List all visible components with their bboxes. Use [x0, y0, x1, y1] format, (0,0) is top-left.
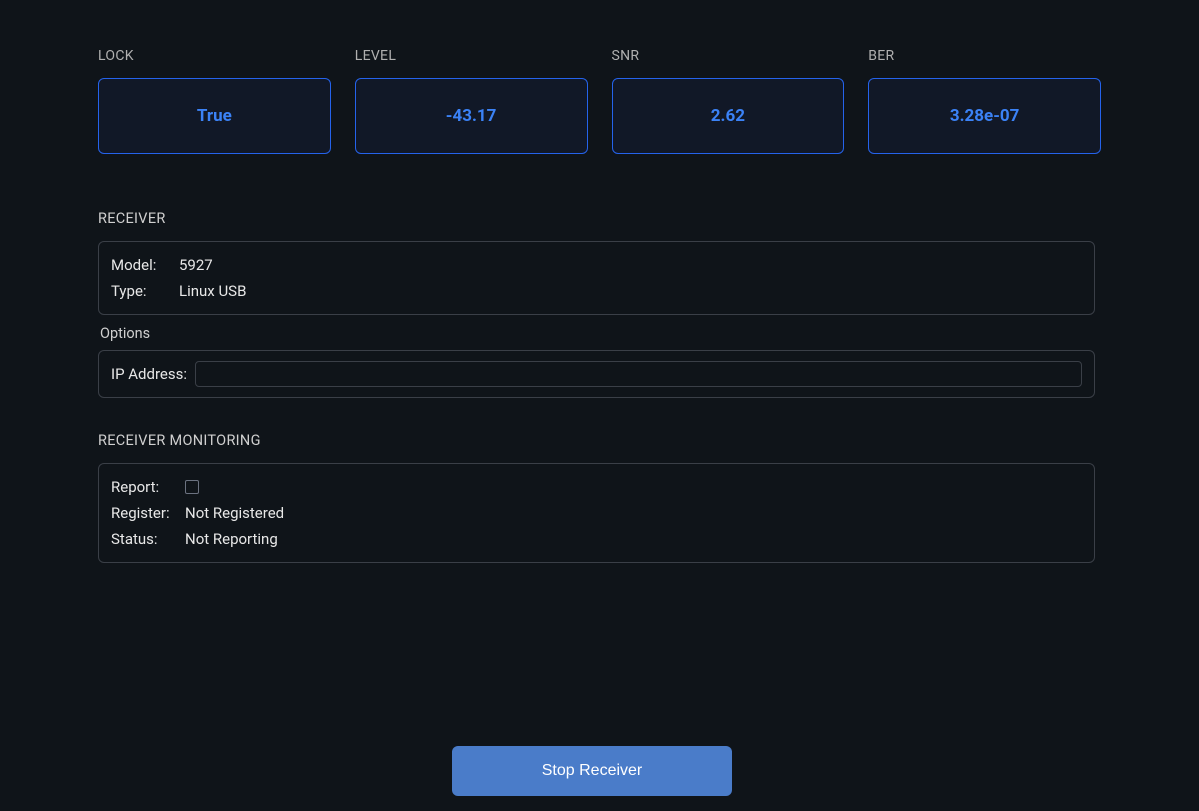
stat-snr-label: SNR — [612, 48, 845, 64]
receiver-model-value: 5927 — [179, 256, 213, 274]
receiver-type-row: Type: Linux USB — [111, 282, 1082, 300]
stat-ber-label: BER — [868, 48, 1101, 64]
monitoring-register-value: Not Registered — [185, 504, 284, 522]
stat-snr: SNR 2.62 — [612, 48, 845, 154]
stat-lock-box: True — [98, 78, 331, 154]
monitoring-report-row: Report: — [111, 478, 1082, 496]
monitoring-register-label: Register: — [111, 504, 173, 522]
receiver-type-value: Linux USB — [179, 282, 246, 300]
stat-ber-box: 3.28e-07 — [868, 78, 1101, 154]
receiver-type-label: Type: — [111, 282, 167, 300]
ip-address-label: IP Address: — [111, 365, 187, 383]
receiver-options-panel: IP Address: — [98, 350, 1095, 398]
receiver-model-label: Model: — [111, 256, 167, 274]
monitoring-panel: Report: Register: Not Registered Status:… — [98, 463, 1095, 563]
stat-lock-value: True — [197, 106, 232, 126]
stat-level: LEVEL -43.17 — [355, 48, 588, 154]
stats-row: LOCK True LEVEL -43.17 SNR 2.62 BER 3.28… — [98, 48, 1101, 154]
receiver-section-label: RECEIVER — [98, 210, 1101, 227]
stat-lock: LOCK True — [98, 48, 331, 154]
monitoring-section-label: RECEIVER MONITORING — [98, 432, 1101, 449]
monitoring-status-row: Status: Not Reporting — [111, 530, 1082, 548]
report-checkbox[interactable] — [185, 480, 199, 494]
ip-address-input[interactable] — [195, 361, 1082, 387]
stat-level-label: LEVEL — [355, 48, 588, 64]
stop-receiver-button[interactable]: Stop Receiver — [452, 746, 732, 796]
monitoring-report-label: Report: — [111, 478, 173, 496]
stat-ber-value: 3.28e-07 — [950, 106, 1020, 126]
stat-ber: BER 3.28e-07 — [868, 48, 1101, 154]
stat-snr-box: 2.62 — [612, 78, 845, 154]
stat-lock-label: LOCK — [98, 48, 331, 64]
monitoring-register-row: Register: Not Registered — [111, 504, 1082, 522]
receiver-options-label: Options — [100, 325, 1101, 342]
receiver-model-row: Model: 5927 — [111, 256, 1082, 274]
stat-level-box: -43.17 — [355, 78, 588, 154]
stat-level-value: -43.17 — [446, 106, 497, 126]
monitoring-status-label: Status: — [111, 530, 173, 548]
stop-receiver-label: Stop Receiver — [542, 762, 643, 780]
monitoring-status-value: Not Reporting — [185, 530, 278, 548]
stat-snr-value: 2.62 — [711, 106, 745, 126]
receiver-panel: Model: 5927 Type: Linux USB — [98, 241, 1095, 315]
